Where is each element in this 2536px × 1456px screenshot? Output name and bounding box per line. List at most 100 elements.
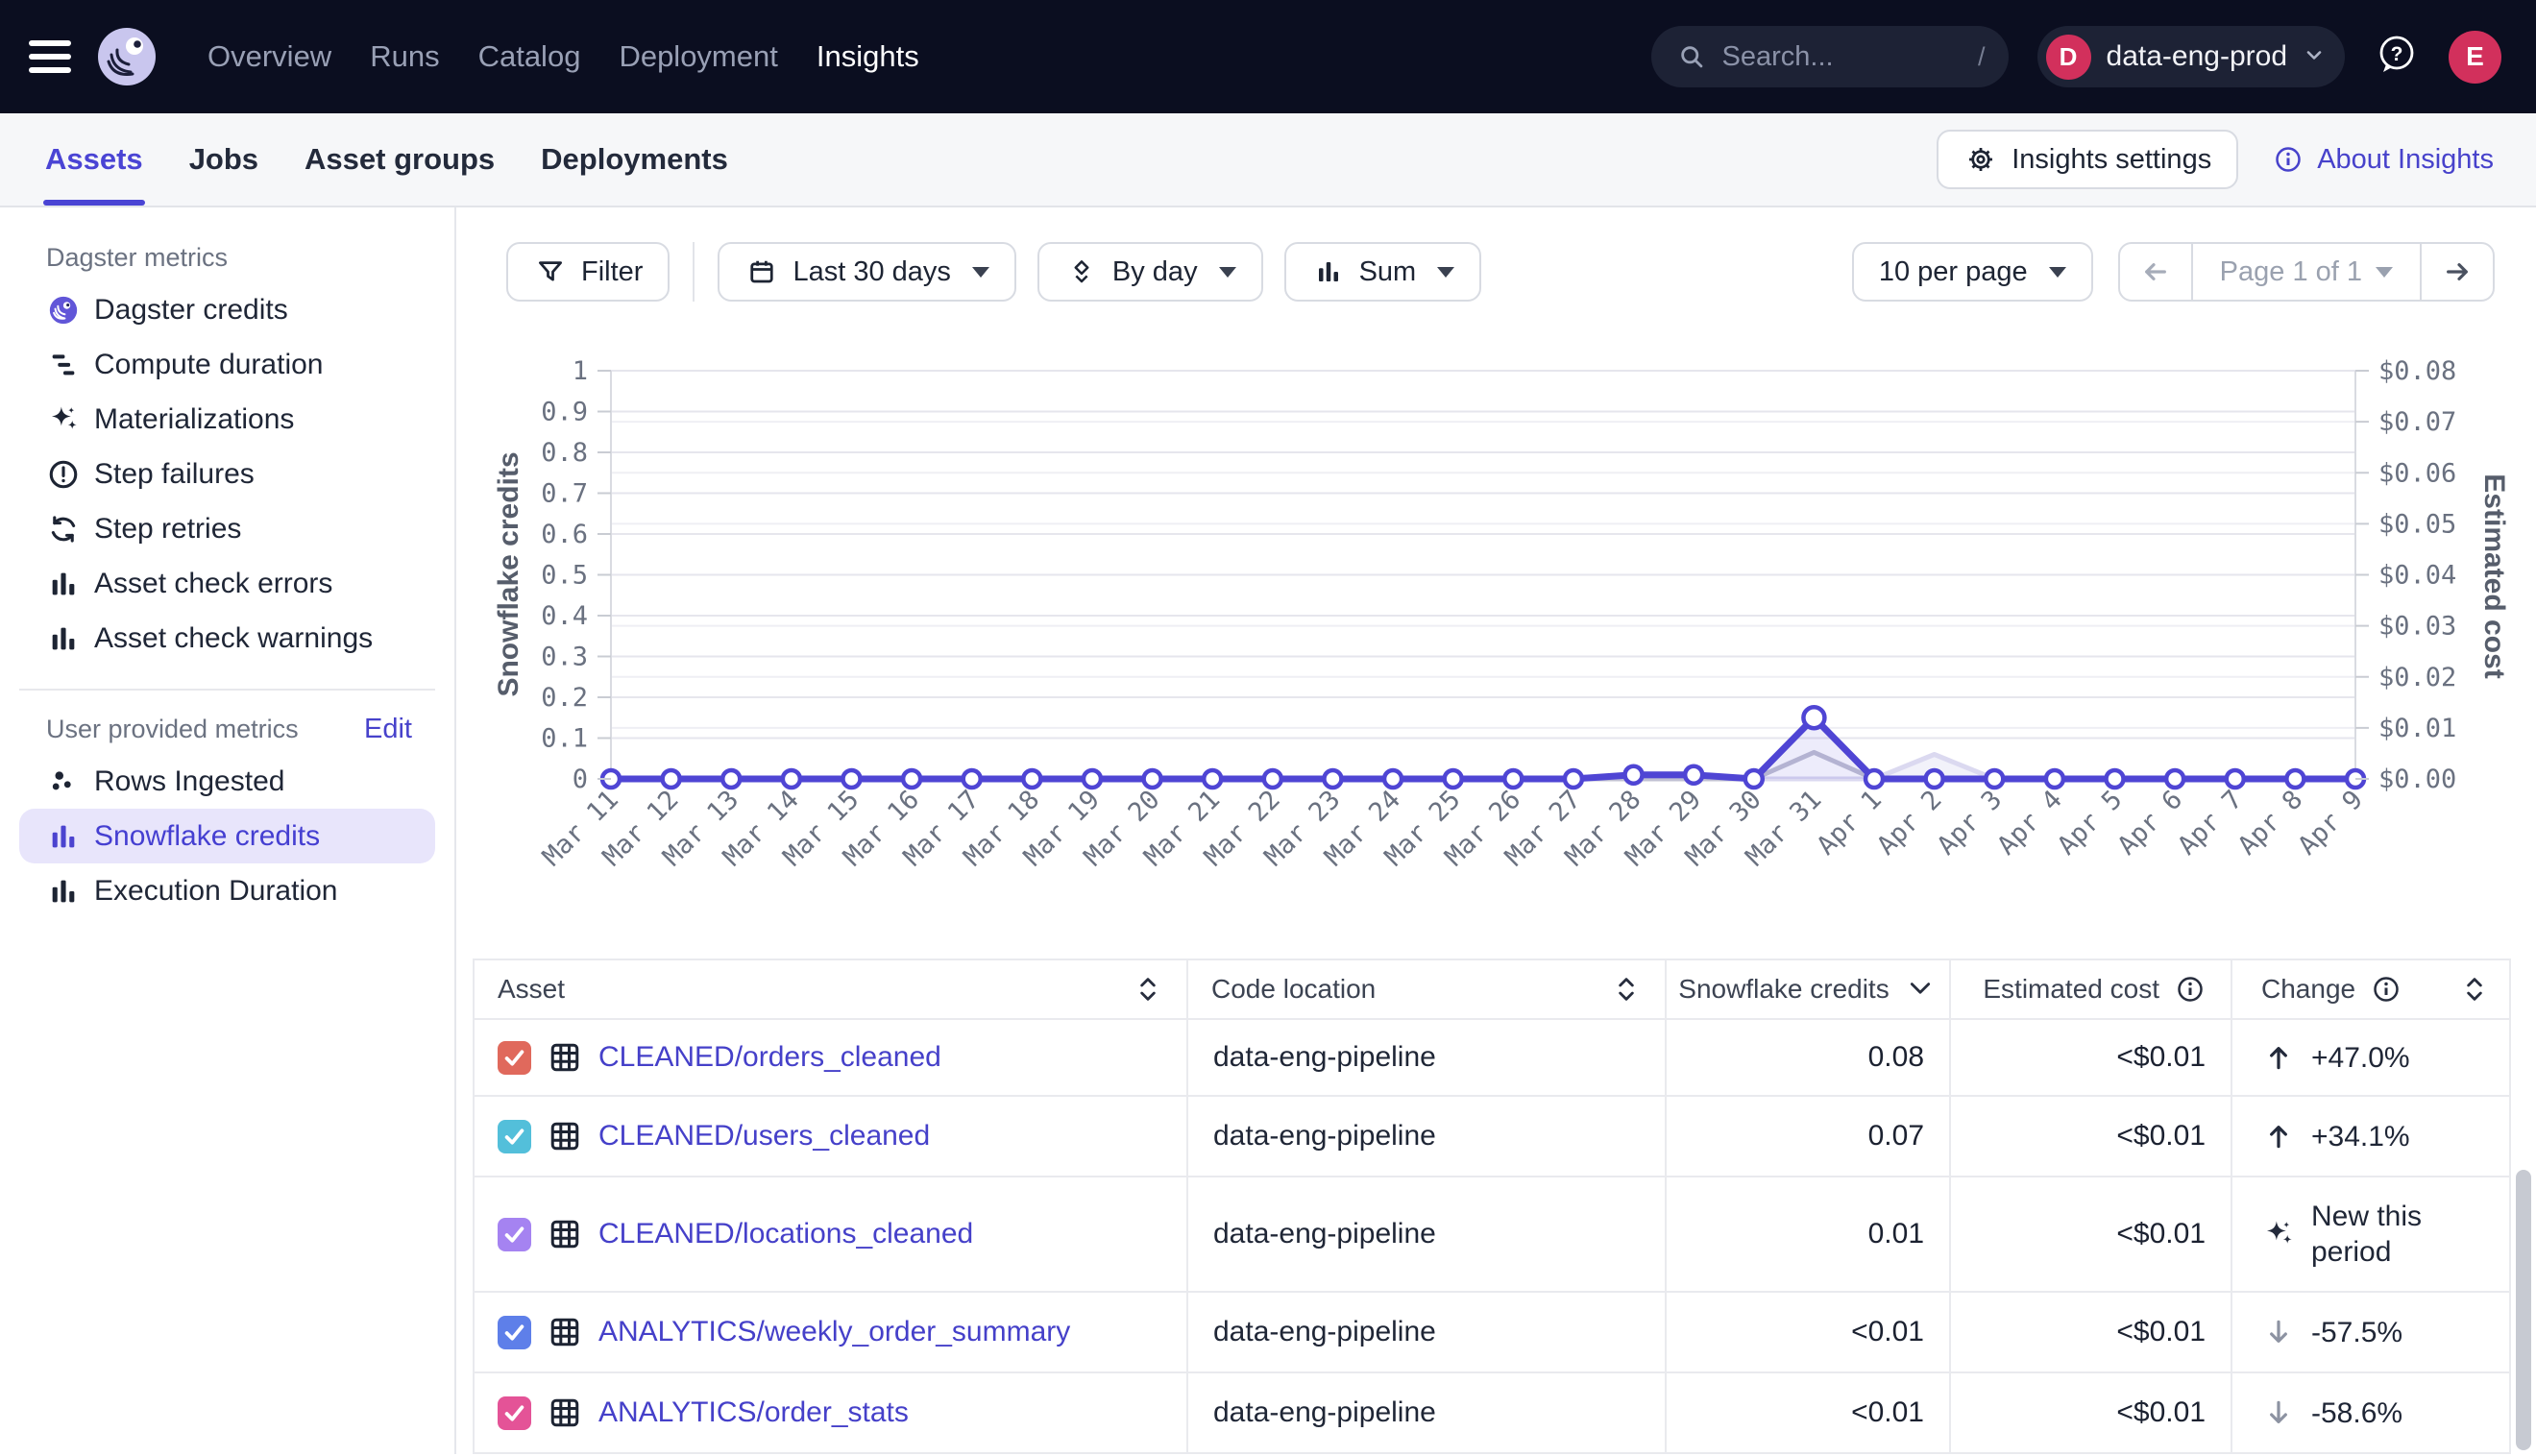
data-point-marker[interactable] (1625, 766, 1643, 784)
data-point-marker[interactable] (1264, 770, 1281, 788)
topnav-item-overview[interactable]: Overview (207, 39, 331, 74)
menu-icon[interactable] (29, 40, 71, 73)
sidebar-item-label: Asset check errors (94, 568, 332, 600)
sidebar-item-asset-check-errors[interactable]: Asset check errors (19, 556, 435, 611)
info-icon (2173, 975, 2207, 1004)
data-point-marker[interactable] (783, 770, 800, 788)
data-point-marker[interactable] (2107, 770, 2124, 788)
topnav-item-deployment[interactable]: Deployment (619, 39, 777, 74)
data-point-marker[interactable] (1445, 770, 1462, 788)
topnav-item-catalog[interactable]: Catalog (478, 39, 581, 74)
data-point-marker[interactable] (663, 770, 680, 788)
data-point-marker[interactable] (1504, 770, 1522, 788)
y-left-axis-title: Snowflake credits (493, 451, 524, 696)
column-header-estimated-cost[interactable]: Estimated cost (1950, 959, 2231, 1019)
toolbar-divider (693, 242, 695, 302)
sidebar-item-materializations[interactable]: Materializations (19, 392, 435, 447)
tab-asset-groups[interactable]: Asset groups (303, 113, 497, 206)
data-point-marker[interactable] (963, 770, 981, 788)
topnav-item-runs[interactable]: Runs (370, 39, 439, 74)
data-point-marker[interactable] (1384, 770, 1402, 788)
data-point-marker[interactable] (722, 770, 740, 788)
asset-checkbox[interactable] (498, 1218, 531, 1251)
dots-icon (46, 765, 81, 798)
insights-settings-button[interactable]: Insights settings (1937, 130, 2238, 189)
data-point-marker[interactable] (1926, 770, 1943, 788)
sidebar-item-asset-check-warnings[interactable]: Asset check warnings (19, 611, 435, 666)
data-point-marker[interactable] (1565, 770, 1582, 788)
tab-assets[interactable]: Assets (43, 113, 145, 206)
asset-checkbox[interactable] (498, 1041, 531, 1075)
estimated-cost-cell: <$0.01 (1950, 1019, 2231, 1096)
sort-icon[interactable] (1609, 975, 1644, 1004)
series-line-snowflake-credits-primary (611, 717, 2355, 779)
asset-link[interactable]: ANALYTICS/order_stats (598, 1396, 909, 1429)
asset-link[interactable]: CLEANED/locations_cleaned (598, 1218, 973, 1250)
estimated-cost-cell: <$0.01 (1950, 1292, 2231, 1372)
sort-desc-icon[interactable] (1903, 981, 1938, 998)
sidebar-section-title: User provided metrics (46, 715, 299, 744)
topnav-item-insights[interactable]: Insights (817, 39, 919, 74)
data-point-marker[interactable] (1023, 770, 1040, 788)
edit-metrics-link[interactable]: Edit (364, 714, 412, 745)
asset-link[interactable]: ANALYTICS/weekly_order_summary (598, 1316, 1070, 1348)
asset-checkbox[interactable] (498, 1396, 531, 1430)
y-right-tick-label: $0.02 (2378, 663, 2456, 692)
data-point-marker[interactable] (2166, 770, 2183, 788)
y-right-tick-label: $0.03 (2378, 612, 2456, 642)
data-point-marker[interactable] (2227, 770, 2244, 788)
data-point-marker[interactable] (1084, 770, 1101, 788)
x-tick-label: Apr 9 (2293, 785, 2369, 861)
tab-jobs[interactable]: Jobs (187, 113, 260, 206)
help-icon[interactable]: ? (2374, 32, 2420, 83)
data-point-marker[interactable] (1745, 770, 1763, 788)
data-point-marker[interactable] (2046, 770, 2063, 788)
dagster-logo-icon[interactable] (96, 26, 158, 87)
asset-link[interactable]: CLEANED/orders_cleaned (598, 1041, 941, 1074)
data-point-marker[interactable] (1865, 770, 1883, 788)
sort-icon[interactable] (1131, 975, 1165, 1004)
data-point-marker[interactable] (1803, 707, 1824, 728)
data-point-marker[interactable] (1685, 766, 1702, 784)
sidebar-item-compute-duration[interactable]: Compute duration (19, 337, 435, 392)
column-header-change[interactable]: Change (2231, 959, 2510, 1019)
about-insights-link[interactable]: About Insights (2271, 144, 2494, 176)
y-left-tick-label: 0.5 (541, 561, 588, 591)
data-point-marker[interactable] (903, 770, 920, 788)
asset-checkbox[interactable] (498, 1120, 531, 1153)
column-header-asset[interactable]: Asset (474, 959, 1187, 1019)
group-by-dropdown[interactable]: By day (1037, 242, 1263, 302)
column-header-snowflake-credits[interactable]: Snowflake credits (1666, 959, 1950, 1019)
page-scrollbar[interactable] (2516, 1170, 2531, 1450)
sidebar-item-rows-ingested[interactable]: Rows Ingested (19, 754, 435, 809)
data-point-marker[interactable] (1324, 770, 1341, 788)
sidebar-item-step-retries[interactable]: Step retries (19, 501, 435, 556)
metrics-sidebar: Dagster metricsDagster creditsCompute du… (0, 207, 456, 1454)
asset-link[interactable]: CLEANED/users_cleaned (598, 1120, 930, 1153)
data-point-marker[interactable] (1986, 770, 2003, 788)
workspace-switcher[interactable]: D data-eng-prod (2037, 26, 2345, 87)
sidebar-item-step-failures[interactable]: Step failures (19, 447, 435, 501)
previous-page-button[interactable] (2120, 244, 2191, 300)
asset-checkbox[interactable] (498, 1316, 531, 1349)
sort-icon[interactable] (2457, 975, 2492, 1004)
sidebar-item-execution-duration[interactable]: Execution Duration (19, 863, 435, 918)
page-indicator[interactable]: Page 1 of 1 (2191, 244, 2422, 300)
data-point-marker[interactable] (2286, 770, 2304, 788)
gear-icon (1963, 145, 1998, 174)
aggregation-dropdown[interactable]: Sum (1284, 242, 1482, 302)
data-point-marker[interactable] (1204, 770, 1221, 788)
date-range-dropdown[interactable]: Last 30 days (718, 242, 1015, 302)
next-page-button[interactable] (2422, 244, 2493, 300)
column-header-code-location[interactable]: Code location (1187, 959, 1666, 1019)
sidebar-item-dagster-credits[interactable]: Dagster credits (19, 282, 435, 337)
user-avatar[interactable]: E (2449, 31, 2501, 84)
filter-button[interactable]: Filter (506, 242, 670, 302)
per-page-dropdown[interactable]: 10 per page (1852, 242, 2093, 302)
tab-deployments[interactable]: Deployments (539, 113, 730, 206)
search-input[interactable]: Search... / (1651, 26, 2009, 87)
sidebar-item-snowflake-credits[interactable]: Snowflake credits (19, 809, 435, 863)
bars-icon (46, 622, 81, 655)
data-point-marker[interactable] (842, 770, 860, 788)
data-point-marker[interactable] (1144, 770, 1161, 788)
